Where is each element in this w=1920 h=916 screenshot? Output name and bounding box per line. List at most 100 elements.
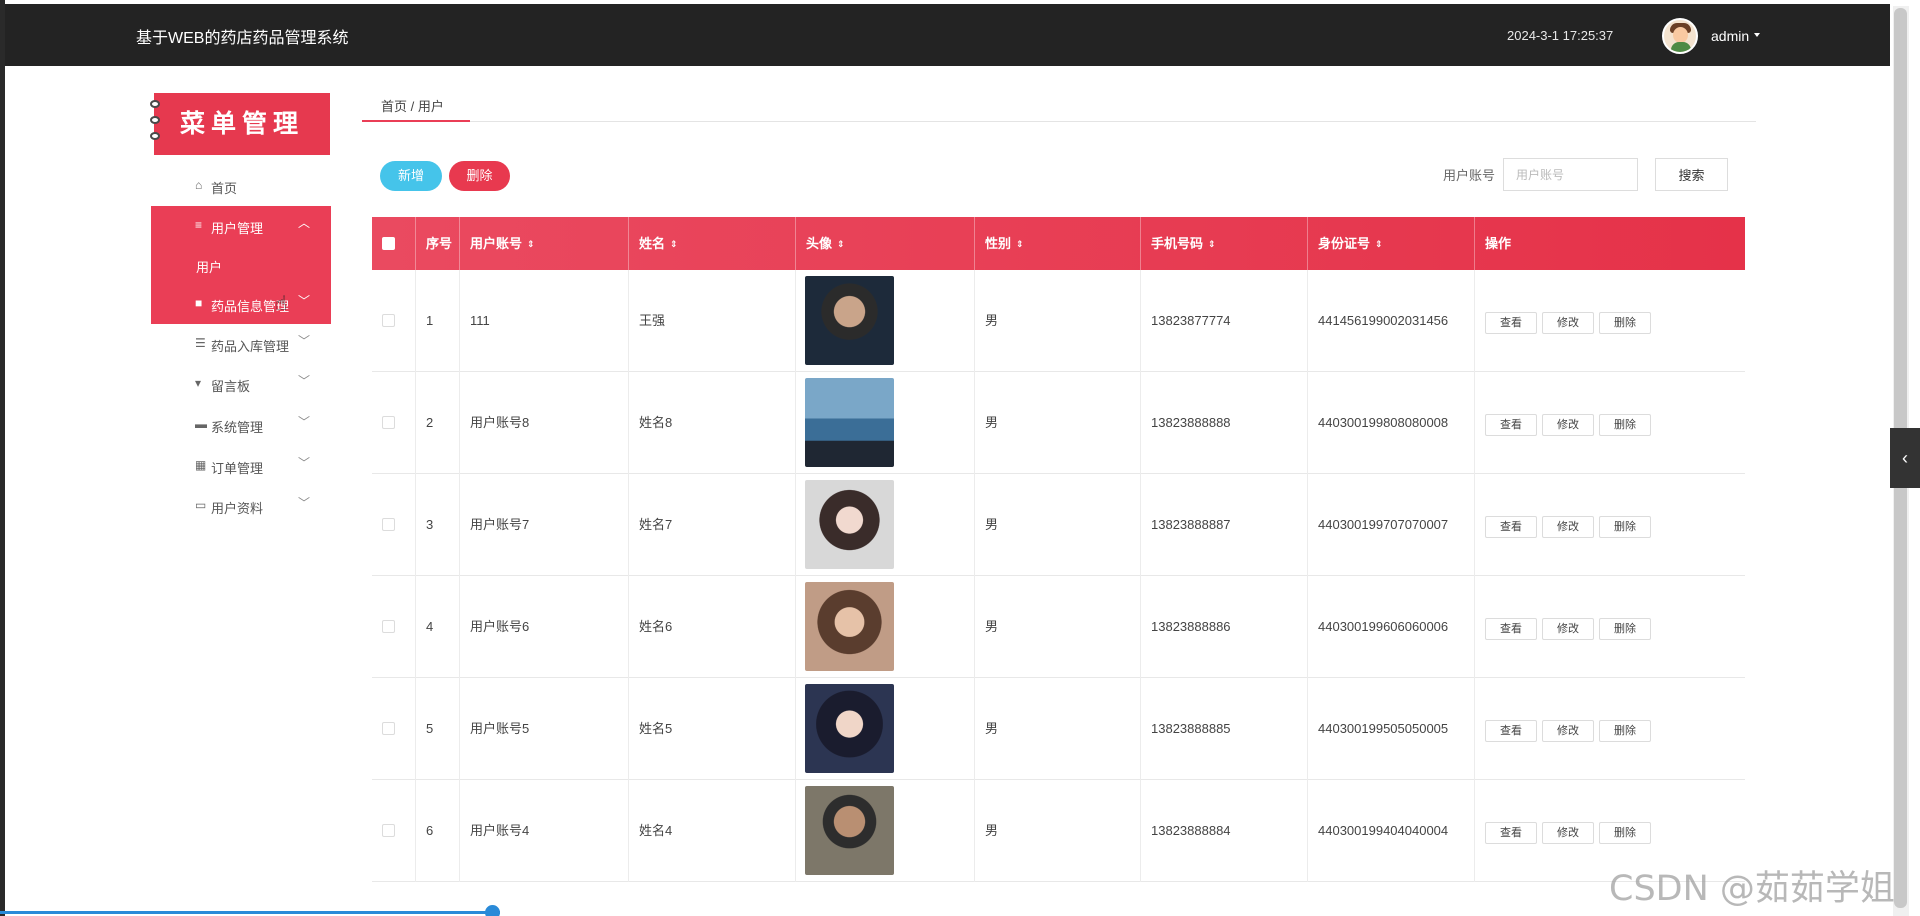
cell-name: 姓名7 — [629, 474, 796, 576]
checkbox-cell — [372, 372, 416, 474]
view-button[interactable]: 查看 — [1485, 822, 1537, 844]
cell-actions: 查看 修改 删除 — [1475, 576, 1745, 678]
breadcrumb[interactable]: 首页 / 用户 — [381, 96, 444, 115]
table-row: 4 用户账号6 姓名6 男 13823888886 440300199606060006 查… — [372, 576, 1745, 678]
cell-account: 用户账号7 — [460, 474, 629, 576]
chevron-down-icon: ﹀ — [298, 456, 311, 470]
edit-button[interactable]: 修改 — [1542, 822, 1594, 844]
checkbox-cell — [372, 474, 416, 576]
search-input[interactable] — [1503, 158, 1638, 191]
cell-gender: 男 — [975, 474, 1141, 576]
pin-icon: ▾ — [195, 376, 202, 390]
view-button[interactable]: 查看 — [1485, 516, 1537, 538]
cell-phone: 13823888888 — [1141, 372, 1308, 474]
column-header[interactable]: 头像 ⇕ — [796, 217, 975, 270]
edit-button[interactable]: 修改 — [1542, 414, 1594, 436]
view-button[interactable]: 查看 — [1485, 312, 1537, 334]
row-checkbox[interactable] — [382, 416, 395, 429]
checkbox-cell — [372, 678, 416, 780]
delete-row-button[interactable]: 删除 — [1599, 312, 1651, 334]
sort-icon: ⇕ — [1016, 239, 1024, 250]
chevron-down-icon: ﹀ — [298, 496, 311, 510]
row-checkbox[interactable] — [382, 722, 395, 735]
delete-button[interactable]: 删除 — [449, 161, 510, 191]
cell-phone: 13823888885 — [1141, 678, 1308, 780]
sidebar-item-message-board[interactable]: ▾ 留言板 ﹀ — [151, 364, 331, 404]
breadcrumb-underline — [362, 120, 470, 122]
checkbox-cell — [372, 270, 416, 372]
cell-index: 1 — [416, 270, 460, 372]
delete-row-button[interactable]: 删除 — [1599, 720, 1651, 742]
column-header[interactable]: 身份证号 ⇕ — [1308, 217, 1475, 270]
cell-id-card: 440300199606060006 — [1308, 576, 1475, 678]
row-checkbox[interactable] — [382, 314, 395, 327]
table-row: 3 用户账号7 姓名7 男 13823888887 440300199707070007 查… — [372, 474, 1745, 576]
sidebar-item-system[interactable]: ▬ 系统管理 ﹀ — [151, 405, 331, 445]
cell-id-card: 441456199002031456 — [1308, 270, 1475, 372]
sidebar-item-home[interactable]: ⌂ 首页 — [151, 166, 331, 206]
sort-icon: ⇕ — [1375, 239, 1383, 250]
table-header: 序号 用户账号 ⇕ 姓名 ⇕ 头像 ⇕ 性别 ⇕ 手机号码 ⇕ 身份证号 ⇕ 操作 — [372, 217, 1745, 270]
sidebar-item-drug-inbound[interactable]: ☰ 药品入库管理 ﹀ — [151, 324, 331, 364]
hand-cursor-icon: ☝ — [275, 293, 288, 315]
row-checkbox[interactable] — [382, 620, 395, 633]
view-button[interactable]: 查看 — [1485, 720, 1537, 742]
sidebar-item-orders[interactable]: ▦ 订单管理 ﹀ — [151, 446, 331, 486]
cell-phone: 13823877774 — [1141, 270, 1308, 372]
column-header[interactable]: 性别 ⇕ — [975, 217, 1141, 270]
cell-gender: 男 — [975, 576, 1141, 678]
cell-name: 姓名4 — [629, 780, 796, 882]
add-button[interactable]: 新增 — [380, 161, 442, 191]
column-header: 序号 — [416, 217, 460, 270]
cell-avatar — [796, 372, 975, 474]
delete-row-button[interactable]: 删除 — [1599, 414, 1651, 436]
avatar[interactable] — [1662, 18, 1698, 54]
cell-gender: 男 — [975, 678, 1141, 780]
chevron-down-icon: ﹀ — [298, 294, 311, 308]
column-header[interactable]: 用户账号 ⇕ — [460, 217, 629, 270]
caret-down-icon[interactable] — [1754, 33, 1760, 37]
cell-avatar — [796, 270, 975, 372]
search-button[interactable]: 搜索 — [1655, 158, 1728, 191]
search-label: 用户账号 — [1443, 168, 1496, 183]
sidebar-item-drug-info[interactable]: ■ 药品信息管理 ﹀ — [151, 284, 331, 324]
sidebar-item-user-management[interactable]: ≡ 用户管理 ︿ — [151, 206, 331, 246]
sort-icon: ⇕ — [1208, 239, 1216, 250]
chevron-down-icon: ﹀ — [298, 334, 311, 348]
cell-avatar — [796, 780, 975, 882]
sidebar-item-user-profile[interactable]: ▭ 用户资料 ﹀ — [151, 486, 331, 526]
row-checkbox[interactable] — [382, 518, 395, 531]
sort-icon: ⇕ — [527, 239, 535, 250]
edit-button[interactable]: 修改 — [1542, 312, 1594, 334]
delete-row-button[interactable]: 删除 — [1599, 618, 1651, 640]
edit-button[interactable]: 修改 — [1542, 516, 1594, 538]
cell-account: 用户账号8 — [460, 372, 629, 474]
view-button[interactable]: 查看 — [1485, 414, 1537, 436]
cell-index: 2 — [416, 372, 460, 474]
sidebar-subitem-user[interactable]: 用户 — [151, 246, 331, 284]
select-all-checkbox[interactable] — [382, 237, 395, 250]
user-menu[interactable]: admin — [1711, 28, 1749, 44]
cell-index: 4 — [416, 576, 460, 678]
cell-actions: 查看 修改 删除 — [1475, 474, 1745, 576]
table-row: 5 用户账号5 姓名5 男 13823888885 440300199505050005 查… — [372, 678, 1745, 780]
menu-banner: 菜单管理 — [154, 93, 330, 155]
progress-handle[interactable] — [485, 905, 500, 916]
card-icon: ▭ — [195, 498, 207, 512]
cell-id-card: 440300199505050005 — [1308, 678, 1475, 780]
chevron-left-icon[interactable]: ‹ — [1890, 428, 1920, 488]
column-header[interactable]: 手机号码 ⇕ — [1141, 217, 1308, 270]
edit-button[interactable]: 修改 — [1542, 618, 1594, 640]
spiral-decoration — [150, 132, 160, 140]
edit-button[interactable]: 修改 — [1542, 720, 1594, 742]
list-icon: ≡ — [195, 218, 203, 232]
delete-row-button[interactable]: 删除 — [1599, 516, 1651, 538]
view-button[interactable]: 查看 — [1485, 618, 1537, 640]
cell-account: 111 — [460, 270, 629, 372]
cell-gender: 男 — [975, 372, 1141, 474]
sliders-icon: ☰ — [195, 336, 206, 350]
delete-row-button[interactable]: 删除 — [1599, 822, 1651, 844]
checkbox-cell — [372, 780, 416, 882]
row-checkbox[interactable] — [382, 824, 395, 837]
column-header[interactable]: 姓名 ⇕ — [629, 217, 796, 270]
